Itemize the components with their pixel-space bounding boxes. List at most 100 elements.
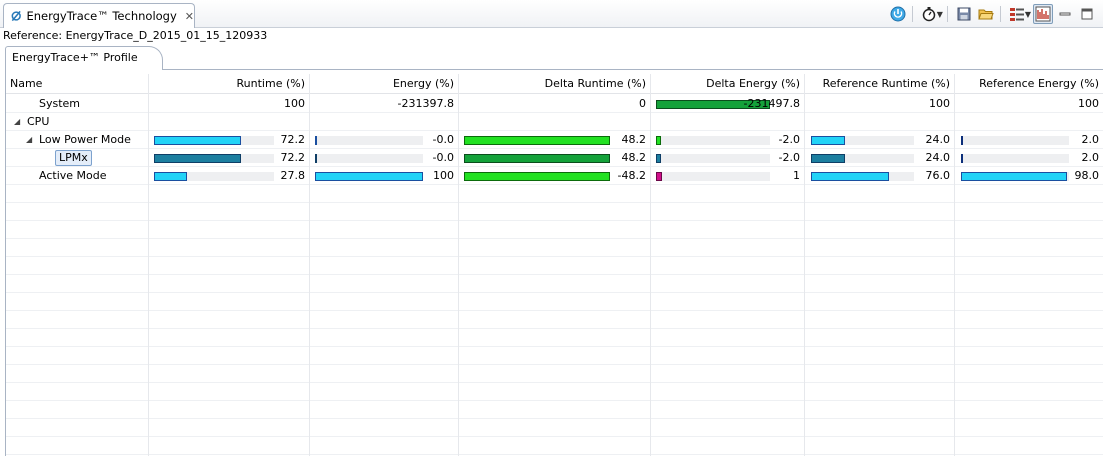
cell-value: 48.2 bbox=[621, 151, 647, 164]
cell-value: -2.0 bbox=[778, 151, 800, 164]
empty-row bbox=[6, 437, 1103, 455]
chevron-down-icon[interactable]: ▼ bbox=[937, 10, 943, 19]
table-row[interactable]: ◢ Low Power Mode 72.2 -0.0 48.2 -2.0 24.0 2.0 bbox=[6, 131, 1103, 149]
bar-fill bbox=[464, 136, 610, 145]
view-tab-title: EnergyTrace™ Technology bbox=[26, 9, 177, 23]
cell-value: -231497.8 bbox=[743, 97, 800, 110]
bar-track bbox=[464, 154, 610, 163]
value-cell: -231497.8 bbox=[651, 95, 805, 113]
bar-track bbox=[154, 136, 274, 145]
empty-row bbox=[6, 293, 1103, 311]
cell-value: 98.0 bbox=[1074, 169, 1100, 182]
chevron-down-icon[interactable]: ▼ bbox=[1025, 10, 1031, 19]
value-cell bbox=[459, 113, 651, 131]
value-cell bbox=[805, 113, 955, 131]
bar-track bbox=[315, 136, 423, 145]
power-icon[interactable] bbox=[888, 4, 908, 24]
cell-value: -2.0 bbox=[778, 133, 800, 146]
bar-fill bbox=[656, 172, 662, 181]
view-toolbar: ▼ ▼ bbox=[886, 4, 1097, 24]
value-cell: 24.0 bbox=[805, 131, 955, 149]
value-cell: 98.0 bbox=[955, 167, 1103, 185]
bar-fill bbox=[464, 172, 610, 181]
column-header[interactable]: Runtime (%) bbox=[149, 74, 310, 94]
energytrace-mode-icon[interactable] bbox=[1033, 4, 1053, 24]
empty-row bbox=[6, 275, 1103, 293]
value-cell: 100 bbox=[805, 95, 955, 113]
tree-expand-icon[interactable]: ◢ bbox=[26, 131, 32, 149]
cell-value: 2.0 bbox=[1081, 133, 1100, 146]
save-icon[interactable] bbox=[954, 4, 974, 24]
bar-fill bbox=[811, 172, 889, 181]
cell-value: 100 bbox=[929, 97, 950, 110]
column-header[interactable]: Name bbox=[6, 74, 149, 94]
layout-icon[interactable] bbox=[1007, 4, 1027, 24]
value-cell: 24.0 bbox=[805, 149, 955, 167]
cell-value: 48.2 bbox=[621, 133, 647, 146]
row-name: Active Mode bbox=[39, 169, 107, 182]
tree-expand-icon[interactable]: ◢ bbox=[14, 113, 20, 131]
bar-fill bbox=[656, 136, 661, 145]
column-header[interactable]: Energy (%) bbox=[310, 74, 459, 94]
column-divider bbox=[148, 94, 149, 456]
cell-value: -0.0 bbox=[432, 151, 454, 164]
value-cell: -231397.8 bbox=[310, 95, 459, 113]
view-tab-bar: EnergyTrace™ Technology ✕ ▼ ▼ bbox=[0, 0, 1103, 28]
row-name: CPU bbox=[27, 115, 50, 128]
value-cell: 100 bbox=[149, 95, 310, 113]
column-divider bbox=[804, 94, 805, 456]
value-cell: 72.2 bbox=[149, 131, 310, 149]
table-row[interactable]: ◢ CPU bbox=[6, 113, 1103, 131]
value-cell bbox=[651, 113, 805, 131]
bar-fill bbox=[154, 154, 241, 163]
column-header[interactable]: Reference Energy (%) bbox=[955, 74, 1103, 94]
toolbar-separator bbox=[946, 6, 948, 22]
row-name: Low Power Mode bbox=[39, 133, 131, 146]
open-folder-icon[interactable] bbox=[976, 4, 996, 24]
cell-value: -48.2 bbox=[617, 169, 646, 182]
value-cell: -2.0 bbox=[651, 131, 805, 149]
name-cell: ◢ CPU bbox=[6, 113, 149, 131]
table-row[interactable]: Active Mode 27.8 100 -48.2 1 76.0 98.0 bbox=[6, 167, 1103, 185]
column-header[interactable]: Reference Runtime (%) bbox=[805, 74, 955, 94]
cell-value: 100 bbox=[433, 169, 454, 182]
bar-fill bbox=[656, 154, 661, 163]
empty-row bbox=[6, 311, 1103, 329]
profile-table: Name Runtime (%) Energy (%) Delta Runtime (… bbox=[5, 70, 1103, 456]
column-divider bbox=[309, 94, 310, 456]
bar-fill bbox=[811, 154, 845, 163]
bar-track bbox=[811, 154, 914, 163]
name-cell: LPMx bbox=[6, 149, 149, 167]
bar-fill bbox=[811, 136, 845, 145]
column-header[interactable]: Delta Runtime (%) bbox=[459, 74, 651, 94]
value-cell: 100 bbox=[955, 95, 1103, 113]
minimize-icon[interactable] bbox=[1055, 4, 1075, 24]
stopwatch-icon[interactable] bbox=[919, 4, 939, 24]
bar-fill bbox=[315, 154, 317, 163]
empty-row bbox=[6, 203, 1103, 221]
empty-row bbox=[6, 185, 1103, 203]
empty-row bbox=[6, 365, 1103, 383]
value-cell: 48.2 bbox=[459, 131, 651, 149]
name-cell: ◢ Low Power Mode bbox=[6, 131, 149, 149]
table-row[interactable]: LPMx 72.2 -0.0 48.2 -2.0 24.0 2.0 bbox=[6, 149, 1103, 167]
table-row[interactable]: System 100 -231397.8 0 -231497.8 100 100 bbox=[6, 95, 1103, 113]
value-cell: 27.8 bbox=[149, 167, 310, 185]
name-cell: System bbox=[6, 95, 149, 113]
view-tab-energytrace[interactable]: EnergyTrace™ Technology ✕ bbox=[3, 3, 195, 28]
bar-track bbox=[656, 136, 770, 145]
cell-value: 27.8 bbox=[280, 169, 306, 182]
tab-energytrace-profile[interactable]: EnergyTrace+™ Profile bbox=[5, 46, 163, 70]
empty-row bbox=[6, 347, 1103, 365]
bar-track bbox=[811, 136, 914, 145]
column-header[interactable]: Delta Energy (%) bbox=[651, 74, 805, 94]
bar-fill bbox=[961, 154, 963, 163]
bar-track bbox=[961, 154, 1069, 163]
cell-value: 0 bbox=[639, 97, 646, 110]
bar-track bbox=[464, 172, 610, 181]
bar-track bbox=[961, 172, 1069, 181]
column-divider bbox=[458, 94, 459, 456]
cell-value: 2.0 bbox=[1081, 151, 1100, 164]
maximize-icon[interactable] bbox=[1077, 4, 1097, 24]
close-icon[interactable]: ✕ bbox=[185, 10, 194, 23]
